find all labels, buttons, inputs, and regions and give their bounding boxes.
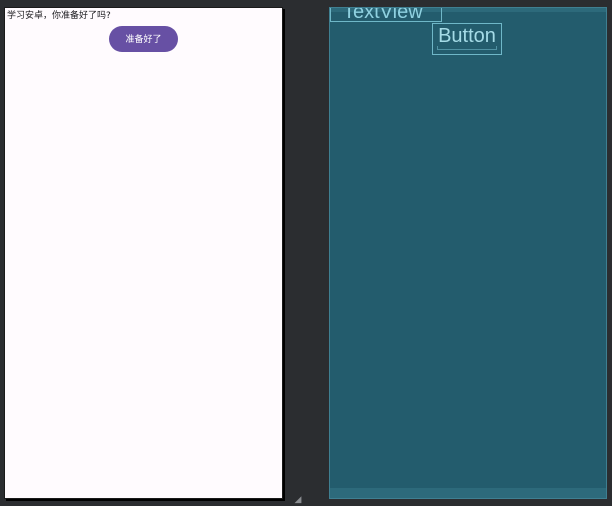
blueprint-button-baseline [437,46,497,50]
blueprint-button-label: Button [438,25,496,47]
blueprint-button[interactable]: Button [432,23,502,55]
blueprint-nav-bar [330,488,606,498]
blueprint-preview: TextView Button [329,7,607,499]
design-textview[interactable]: 学习安卓，你准备好了吗? [7,10,111,22]
design-ready-button[interactable]: 准备好了 [109,26,178,52]
blueprint-textview[interactable]: TextView [330,8,442,22]
design-preview: 学习安卓，你准备好了吗? 准备好了 [4,7,283,499]
resize-handle-icon[interactable]: ◢ [293,495,303,505]
